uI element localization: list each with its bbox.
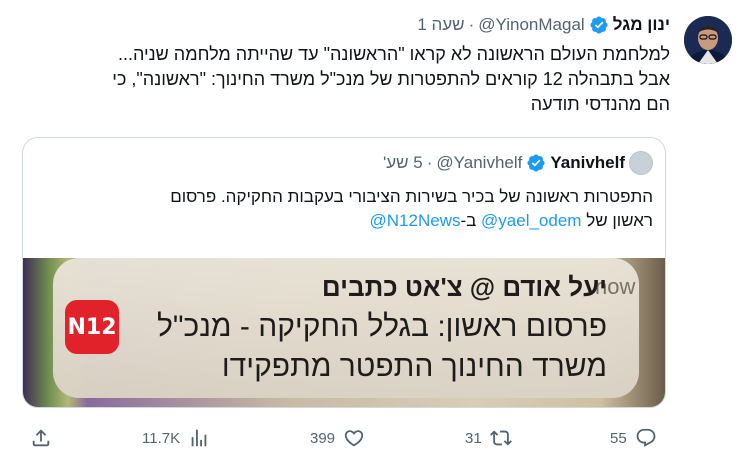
author-name[interactable]: ינון מגל <box>613 15 670 35</box>
quoted-author-name[interactable]: Yanivhelf <box>550 153 625 173</box>
tweet[interactable]: ינון מגל @YinonMagal · שעה 1 למלחמת העול… <box>0 0 748 466</box>
like-count: 399 <box>310 429 336 447</box>
quoted-image[interactable]: N12 now יעל אודם @ צ'אט כתבים פרסום ראשו… <box>23 258 665 407</box>
retweet-icon <box>489 430 512 446</box>
quoted-text-line: התפטרות ראשונה של בכיר בשירות הציבורי בע… <box>170 187 653 206</box>
retweet-count: 31 <box>465 429 482 447</box>
like-button[interactable]: 399 <box>310 424 365 452</box>
author-handle[interactable]: @YinonMagal <box>478 15 584 35</box>
separator-dot: · <box>468 15 475 34</box>
tweet-time[interactable]: שעה 1 <box>417 15 464 35</box>
quoted-author-handle[interactable]: @Yanivhelf <box>436 153 522 173</box>
mention-link[interactable]: @N12News <box>370 211 461 230</box>
n12-app-icon: N12 <box>65 300 119 354</box>
share-icon <box>32 429 50 447</box>
reply-icon <box>636 428 656 447</box>
notification-body-line: פרסום ראשון: בגלל החקיקה - מנכ"ל <box>156 310 607 343</box>
retweet-button[interactable]: 31 <box>465 424 512 452</box>
quoted-text-fragment: ב- <box>460 211 482 230</box>
action-bar: 11.7K 399 31 55 <box>0 424 748 452</box>
tweet-text: למלחמת העולם הראשונה לא קראו "הראשונה" ע… <box>14 42 670 117</box>
avatar[interactable] <box>684 16 732 64</box>
tweet-text-line: הם מהנדסי תודעה <box>530 94 670 114</box>
tweet-header: ינון מגל @YinonMagal · שעה 1 <box>417 13 670 37</box>
notification-body-line: משרד החינוך התפטר מתפקידו <box>221 350 607 383</box>
views-button[interactable]: 11.7K <box>142 424 210 452</box>
quoted-avatar[interactable] <box>629 151 653 175</box>
quoted-tweet-header: Yanivhelf @Yanivhelf · 5 שע' <box>383 151 653 175</box>
like-icon <box>344 430 364 447</box>
tweet-text-line: למלחמת העולם הראשונה לא קראו "הראשונה" ע… <box>117 44 670 64</box>
tweet-text-line: אבל בתבהלה 12 קוראים להתפטרות של מנכ"ל מ… <box>112 69 670 89</box>
notification-title: יעל אודם @ צ'אט כתבים <box>321 272 607 302</box>
views-icon <box>191 429 207 447</box>
mention-link[interactable]: @yael_odem <box>481 211 581 230</box>
verified-badge-icon <box>589 15 609 35</box>
quoted-time[interactable]: 5 שע' <box>383 153 423 173</box>
reply-count: 55 <box>610 429 627 447</box>
quoted-text-fragment: ראשון של <box>581 211 653 230</box>
views-count: 11.7K <box>142 429 181 447</box>
quoted-tweet[interactable]: Yanivhelf @Yanivhelf · 5 שע' התפטרות ראש… <box>22 137 666 408</box>
verified-badge-icon <box>526 153 546 173</box>
quoted-text: התפטרות ראשונה של בכיר בשירות הציבורי בע… <box>33 185 653 233</box>
reply-button[interactable]: 55 <box>610 424 657 452</box>
separator-dot: · <box>426 153 433 172</box>
quoted-text-line: ראשון של @yael_odem ב-@N12News <box>33 209 653 233</box>
notification-banner: N12 now יעל אודם @ צ'אט כתבים פרסום ראשו… <box>53 258 639 398</box>
share-button[interactable] <box>30 424 52 452</box>
